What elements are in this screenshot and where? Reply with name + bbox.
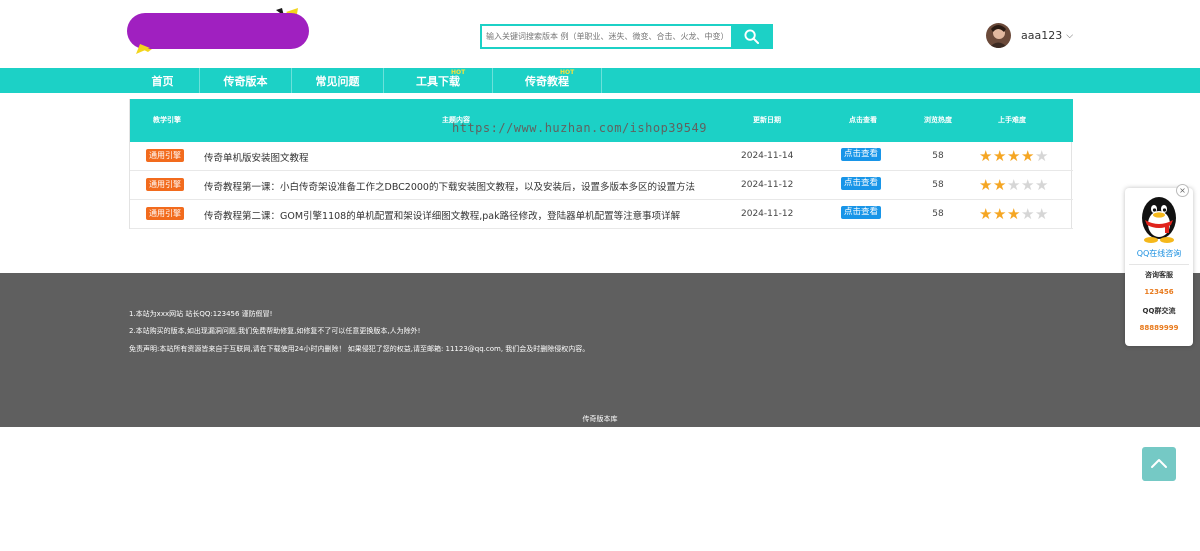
nav-item-faq[interactable]: 常见问题 [292, 68, 384, 93]
qq-penguin-icon[interactable] [1138, 194, 1180, 244]
row-views: 58 [932, 180, 944, 190]
row-title[interactable]: 传奇单机版安装图文教程 [204, 150, 309, 164]
table-row: 通用引擎 传奇单机版安装图文教程 2024-11-14 点击查看 58 ★ ★ ★ ★… [130, 142, 1073, 171]
service-label: 咨询客服 [1145, 271, 1173, 279]
site-footer: 1.本站为xxx网站 站长QQ:123456 谨防假冒! 2.本站购买的版本,如… [0, 273, 1200, 427]
star-empty-icon: ★ [1007, 176, 1021, 194]
avatar[interactable] [986, 23, 1011, 48]
main-nav: 首页 传奇版本 常见问题 工具下载 HOT 传奇教程 HOT [0, 68, 1200, 93]
chevron-up-icon [1151, 459, 1167, 468]
star-filled-icon: ★ [993, 176, 1007, 194]
tutorial-table: 教学引擎 主题内容 更新日期 点击查看 浏览热度 上手难度 https://ww… [129, 99, 1073, 229]
difficulty-stars: ★ ★ ★ ★ ★ [979, 207, 1049, 222]
engine-badge[interactable]: 通用引擎 [146, 178, 184, 191]
col-engine: 教学引擎 [153, 116, 181, 124]
star-filled-icon: ★ [1021, 147, 1035, 165]
star-empty-icon: ★ [1021, 205, 1035, 223]
star-filled-icon: ★ [1007, 205, 1021, 223]
view-button[interactable]: 点击查看 [841, 206, 882, 219]
group-label: QQ群交流 [1142, 307, 1176, 315]
engine-badge[interactable]: 通用引擎 [146, 207, 184, 220]
row-views: 58 [932, 151, 944, 161]
star-empty-icon: ★ [1021, 176, 1035, 194]
qq-online-link[interactable]: QQ在线咨询 [1125, 248, 1193, 259]
site-header: aaa123 ⌵ [0, 0, 1200, 68]
star-filled-icon: ★ [1007, 147, 1021, 165]
nav-item-tools[interactable]: 工具下载 HOT [384, 68, 493, 93]
row-date: 2024-11-12 [741, 209, 794, 219]
row-title[interactable]: 传奇教程第二课：GOM引擎1108的单机配置和架设详细图文教程,pak路径修改，… [204, 208, 680, 222]
nav-label: 常见问题 [315, 74, 360, 88]
star-empty-icon: ★ [1035, 205, 1049, 223]
view-button[interactable]: 点击查看 [841, 177, 882, 190]
hot-badge: HOT [451, 69, 466, 76]
user-menu[interactable]: aaa123 ⌵ [986, 23, 1073, 48]
back-to-top-button[interactable] [1142, 447, 1176, 481]
footer-copyright: 传奇版本库 [582, 415, 618, 423]
nav-label: 传奇版本 [223, 74, 268, 88]
col-date: 更新日期 [753, 116, 781, 124]
search-bar [480, 24, 773, 49]
difficulty-stars: ★ ★ ★ ★ ★ [979, 149, 1049, 164]
search-input[interactable] [482, 26, 731, 47]
star-empty-icon: ★ [1035, 147, 1049, 165]
nav-item-versions[interactable]: 传奇版本 [200, 68, 292, 93]
nav-item-home[interactable]: 首页 [126, 68, 200, 93]
row-date: 2024-11-14 [741, 151, 794, 161]
table-header: 教学引擎 主题内容 更新日期 点击查看 浏览热度 上手难度 https://ww… [130, 99, 1073, 142]
row-title[interactable]: 传奇教程第一课：小白传奇架设准备工作之DBC2000的下载安装图文教程，以及安装… [204, 179, 695, 193]
star-filled-icon: ★ [993, 147, 1007, 165]
hot-badge: HOT [560, 69, 575, 76]
star-filled-icon: ★ [979, 205, 993, 223]
star-filled-icon: ★ [979, 147, 993, 165]
difficulty-stars: ★ ★ ★ ★ ★ [979, 178, 1049, 193]
star-empty-icon: ★ [1035, 176, 1049, 194]
nav-label: 首页 [151, 74, 174, 88]
row-views: 58 [932, 209, 944, 219]
nav-item-tutorials[interactable]: 传奇教程 HOT [493, 68, 602, 93]
star-filled-icon: ★ [993, 205, 1007, 223]
divider [1129, 264, 1189, 265]
row-date: 2024-11-12 [741, 180, 794, 190]
qq-widget: × QQ在线咨询 咨询客服 123456 QQ群交流 88889999 [1125, 184, 1193, 346]
chevron-down-icon[interactable]: ⌵ [1066, 31, 1073, 41]
site-logo[interactable] [126, 8, 310, 54]
service-qq[interactable]: 123456 [1125, 288, 1193, 296]
username[interactable]: aaa123 [1021, 29, 1062, 42]
group-qq[interactable]: 88889999 [1125, 324, 1193, 332]
watermark: https://www.huzhan.com/ishop39549 [452, 121, 707, 135]
view-button[interactable]: 点击查看 [841, 148, 882, 161]
search-button[interactable] [731, 26, 771, 47]
search-icon [743, 29, 759, 44]
table-row: 通用引擎 传奇教程第一课：小白传奇架设准备工作之DBC2000的下载安装图文教程… [130, 171, 1073, 200]
col-view: 点击查看 [849, 116, 877, 124]
table-row: 通用引擎 传奇教程第二课：GOM引擎1108的单机配置和架设详细图文教程,pak… [130, 200, 1073, 229]
footer-line: 1.本站为xxx网站 站长QQ:123456 谨防假冒! [129, 310, 273, 318]
footer-line: 2.本站购买的版本,如出现漏洞问题,我们免费帮助修复,如修复不了可以任意更换版本… [129, 327, 421, 335]
engine-badge[interactable]: 通用引擎 [146, 149, 184, 162]
col-difficulty: 上手难度 [998, 116, 1026, 124]
col-views: 浏览热度 [924, 116, 952, 124]
star-filled-icon: ★ [979, 176, 993, 194]
footer-disclaimer: 免责声明:本站所有资源皆来自于互联网,请在下载使用24小时内删除！ 如果侵犯了您… [129, 345, 590, 353]
